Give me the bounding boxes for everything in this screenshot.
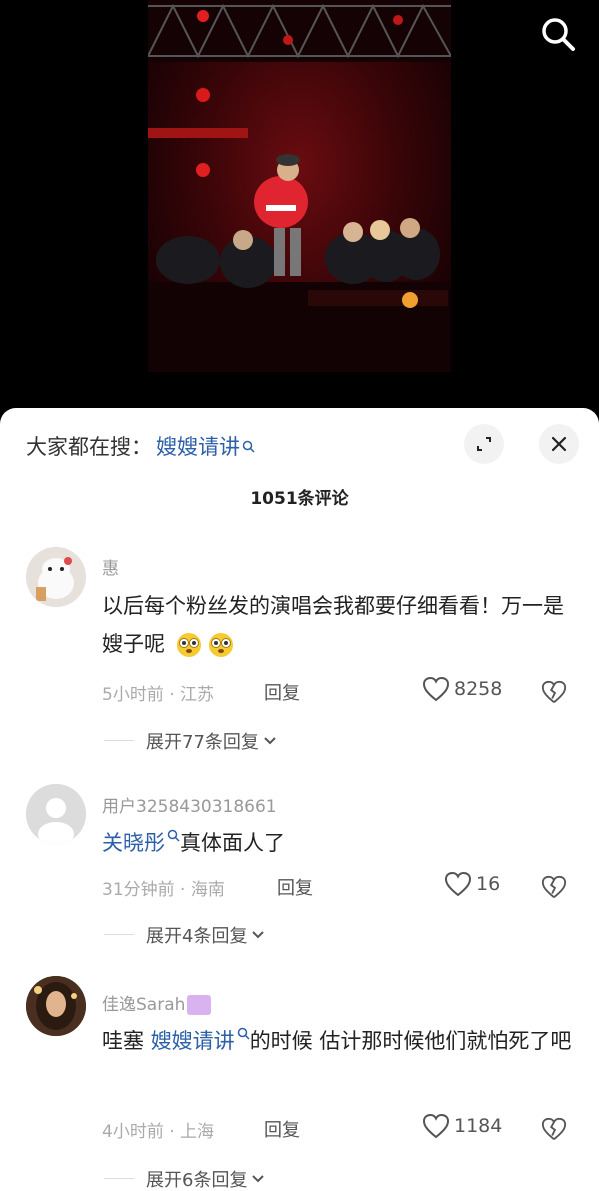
avatar[interactable] (26, 784, 86, 844)
trending-search-label: 大家都在搜： (26, 435, 152, 459)
divider (104, 740, 134, 741)
stage-scene (148, 88, 451, 372)
trending-search[interactable]: 大家都在搜： 嫂嫂请讲 (26, 430, 255, 462)
reply-button[interactable]: 回复 (277, 874, 313, 900)
avatar[interactable] (26, 976, 86, 1036)
video-frame[interactable] (148, 0, 451, 372)
search-icon (542, 18, 575, 51)
comment-text-prefix: 哇塞 (102, 1029, 151, 1053)
small-search-icon (242, 440, 255, 453)
comment-time-location: 4小时前 · 上海 (102, 1122, 215, 1142)
comment-text: 关晓彤 真体面人了 (102, 824, 572, 862)
broken-heart-icon[interactable] (541, 874, 567, 900)
like-button[interactable]: 8258 (422, 676, 502, 702)
heart-icon (444, 871, 472, 897)
expand-button[interactable] (464, 424, 504, 464)
comment-item: 佳逸Sarah 哇塞 嫂嫂请讲 的时候 估计那时候他们就怕死了吧 4小时前 · … (0, 976, 599, 1191)
mention-link[interactable]: 嫂嫂请讲 (151, 1029, 235, 1053)
reply-button[interactable]: 回复 (264, 679, 300, 705)
chevron-down-icon (264, 737, 276, 745)
comment-text: 哇塞 嫂嫂请讲 的时候 估计那时候他们就怕死了吧 (102, 1022, 572, 1060)
comment-item: 惠 以后每个粉丝发的演唱会我都要仔细看看！万一是嫂子呢 5小时前 · 江苏 回复 (0, 544, 599, 764)
close-button[interactable] (539, 424, 579, 464)
comment-username[interactable]: 用户3258430318661 (102, 792, 277, 817)
comment-count: 1051条评论 (250, 489, 349, 509)
comment-text-content: 真体面人了 (180, 831, 285, 855)
comment-time-location: 31分钟前 · 海南 (102, 880, 225, 900)
divider (104, 934, 134, 935)
expand-replies-label: 展开77条回复 (146, 732, 259, 753)
expand-icon (477, 437, 491, 451)
expand-replies-button[interactable]: 展开4条回复 (146, 922, 266, 948)
username-text: 佳逸Sarah (102, 995, 186, 1015)
broken-heart-icon[interactable] (541, 679, 567, 705)
avatar[interactable] (26, 547, 86, 607)
comment-text-content: 的时候 估计那时候他们就怕死了吧 (249, 1029, 572, 1053)
chevron-down-icon (252, 931, 265, 939)
broken-heart-icon[interactable] (541, 1116, 567, 1142)
comment-text: 以后每个粉丝发的演唱会我都要仔细看看！万一是嫂子呢 (102, 587, 572, 663)
heart-icon (422, 1113, 450, 1139)
divider (104, 1178, 134, 1179)
infinity-badge-icon (187, 995, 212, 1015)
expand-replies-label: 展开6条回复 (146, 1170, 248, 1191)
comment-username[interactable]: 惠 (102, 554, 119, 579)
small-search-icon (237, 1027, 250, 1040)
comment-item: 用户3258430318661 关晓彤 真体面人了 31分钟前 · 海南 回复 … (0, 782, 599, 982)
expand-replies-label: 展开4条回复 (146, 926, 248, 947)
mention-link[interactable]: 关晓彤 (102, 831, 165, 855)
like-button[interactable]: 1184 (422, 1113, 502, 1139)
emoji-icon (176, 633, 201, 657)
expand-replies-button[interactable]: 展开77条回复 (146, 728, 278, 754)
search-button[interactable] (536, 12, 580, 56)
comment-time-location: 5小时前 · 江苏 (102, 685, 215, 705)
chevron-down-icon (252, 1175, 265, 1183)
video-player[interactable] (0, 0, 599, 408)
expand-replies-button[interactable]: 展开6条回复 (146, 1166, 266, 1191)
comment-text-content: 以后每个粉丝发的演唱会我都要仔细看看！万一是嫂子呢 (102, 594, 564, 656)
close-icon (551, 436, 567, 452)
trending-search-keyword[interactable]: 嫂嫂请讲 (156, 431, 240, 461)
like-count: 1184 (454, 1115, 503, 1137)
like-count: 16 (476, 873, 501, 895)
like-button[interactable]: 16 (444, 871, 500, 897)
emoji-icon (208, 633, 233, 657)
reply-button[interactable]: 回复 (264, 1116, 300, 1142)
small-search-icon (167, 829, 180, 842)
heart-icon (422, 676, 450, 702)
like-count: 8258 (454, 678, 503, 700)
comment-sheet: 大家都在搜： 嫂嫂请讲 1051条评论 惠 以后每个粉丝发的演唱会我都要仔细看看… (0, 408, 599, 1191)
comment-username[interactable]: 佳逸Sarah (102, 990, 212, 1015)
